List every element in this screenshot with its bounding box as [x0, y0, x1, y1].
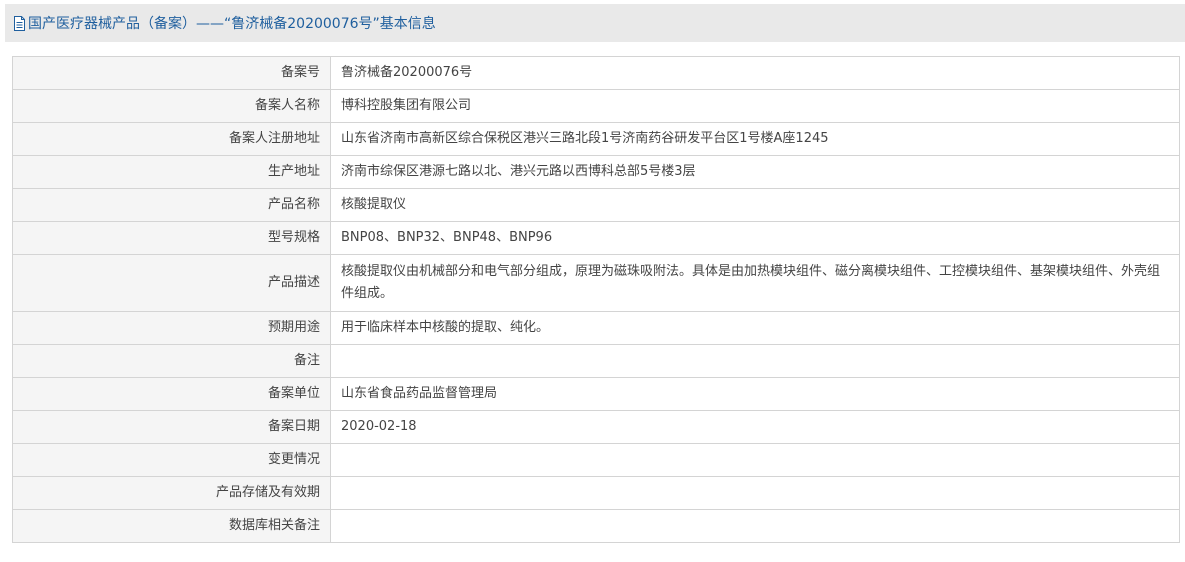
table-row-registrant-name: 备案人名称 博科控股集团有限公司 — [12, 89, 1180, 123]
detail-table: 备案号 鲁济械备20200076号 备案人名称 博科控股集团有限公司 备案人注册… — [12, 56, 1180, 543]
row-label: 备案人名称 — [12, 89, 331, 123]
table-row-storage-validity: 产品存储及有效期 — [12, 476, 1180, 510]
table-row-model-spec: 型号规格 BNP08、BNP32、BNP48、BNP96 — [12, 221, 1180, 255]
row-value: 用于临床样本中核酸的提取、纯化。 — [330, 311, 1180, 345]
row-value: 山东省济南市高新区综合保税区港兴三路北段1号济南药谷研发平台区1号楼A座1245 — [330, 122, 1180, 156]
row-value — [330, 344, 1180, 378]
row-value — [330, 509, 1180, 543]
title-bar: 国产医疗器械产品（备案）——“鲁济械备20200076号”基本信息 — [5, 4, 1185, 42]
row-value — [330, 476, 1180, 510]
row-label: 生产地址 — [12, 155, 331, 189]
table-row-registrant-address: 备案人注册地址 山东省济南市高新区综合保税区港兴三路北段1号济南药谷研发平台区1… — [12, 122, 1180, 156]
row-label: 预期用途 — [12, 311, 331, 345]
row-value: 山东省食品药品监督管理局 — [330, 377, 1180, 411]
row-label: 数据库相关备注 — [12, 509, 331, 543]
row-label: 备案日期 — [12, 410, 331, 444]
table-row-production-address: 生产地址 济南市综保区港源七路以北、港兴元路以西博科总部5号楼3层 — [12, 155, 1180, 189]
row-label: 变更情况 — [12, 443, 331, 477]
row-label: 型号规格 — [12, 221, 331, 255]
row-value — [330, 443, 1180, 477]
row-value: 鲁济械备20200076号 — [330, 56, 1180, 90]
row-label: 备注 — [12, 344, 331, 378]
row-label: 备案人注册地址 — [12, 122, 331, 156]
page-title: 国产医疗器械产品（备案）——“鲁济械备20200076号”基本信息 — [28, 16, 436, 32]
table-row-product-description: 产品描述 核酸提取仪由机械部分和电气部分组成，原理为磁珠吸附法。具体是由加热模块… — [12, 254, 1180, 312]
row-label: 产品描述 — [12, 254, 331, 312]
table-row-record-number: 备案号 鲁济械备20200076号 — [12, 56, 1180, 90]
document-icon — [13, 15, 26, 31]
table-row-changes: 变更情况 — [12, 443, 1180, 477]
row-value: BNP08、BNP32、BNP48、BNP96 — [330, 221, 1180, 255]
table-row-database-notes: 数据库相关备注 — [12, 509, 1180, 543]
table-row-remarks: 备注 — [12, 344, 1180, 378]
row-value: 2020-02-18 — [330, 410, 1180, 444]
row-label: 备案号 — [12, 56, 331, 90]
table-row-filing-authority: 备案单位 山东省食品药品监督管理局 — [12, 377, 1180, 411]
row-label: 产品名称 — [12, 188, 331, 222]
row-label: 备案单位 — [12, 377, 331, 411]
row-value: 核酸提取仪由机械部分和电气部分组成，原理为磁珠吸附法。具体是由加热模块组件、磁分… — [330, 254, 1180, 312]
table-row-product-name: 产品名称 核酸提取仪 — [12, 188, 1180, 222]
row-value: 核酸提取仪 — [330, 188, 1180, 222]
row-value: 济南市综保区港源七路以北、港兴元路以西博科总部5号楼3层 — [330, 155, 1180, 189]
row-value: 博科控股集团有限公司 — [330, 89, 1180, 123]
page: 国产医疗器械产品（备案）——“鲁济械备20200076号”基本信息 备案号 鲁济… — [0, 0, 1185, 562]
table-row-intended-use: 预期用途 用于临床样本中核酸的提取、纯化。 — [12, 311, 1180, 345]
table-row-filing-date: 备案日期 2020-02-18 — [12, 410, 1180, 444]
row-label: 产品存储及有效期 — [12, 476, 331, 510]
